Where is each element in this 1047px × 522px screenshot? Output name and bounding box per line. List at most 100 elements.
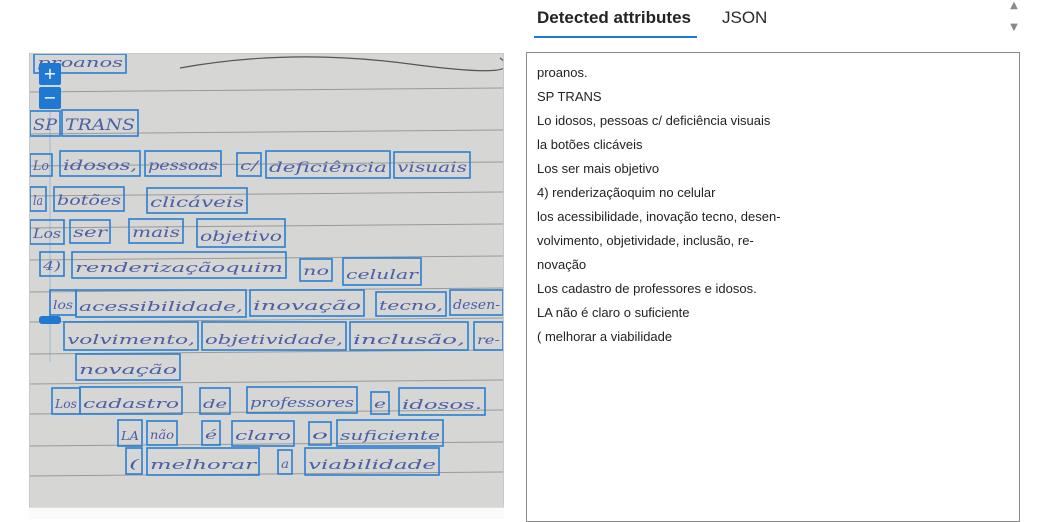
handwritten-word: e <box>374 397 386 411</box>
handwritten-word: acessibilidade, <box>79 300 243 315</box>
handwritten-word: desen- <box>453 298 500 313</box>
paper-rule-line <box>30 87 503 93</box>
detected-word-box[interactable]: melhorar <box>146 447 260 476</box>
zoom-slider-thumb[interactable] <box>39 316 61 324</box>
detected-word-box[interactable]: é <box>201 420 221 446</box>
handwritten-word: professores <box>250 396 354 411</box>
handwritten-word: suficiente <box>340 429 440 444</box>
handwritten-word: de <box>203 397 227 411</box>
handwritten-word: é <box>205 428 217 442</box>
handwritten-word: não <box>150 428 174 442</box>
detected-word-box[interactable]: inovação <box>249 289 365 317</box>
handwritten-word: renderizaçãoquim <box>75 261 283 276</box>
detected-word-box[interactable]: professores <box>246 386 358 414</box>
text-line: la botões clicáveis <box>537 137 643 152</box>
detected-word-box[interactable]: celular <box>342 257 422 286</box>
text-line: volvimento, objetividade, inclusão, re- <box>537 233 754 248</box>
handwritten-word: TRANS <box>65 115 135 134</box>
detected-word-box[interactable]: mais <box>128 218 184 244</box>
text-line: Los cadastro de professores e idosos. <box>537 281 757 296</box>
detected-word-box[interactable]: suficiente <box>336 419 444 447</box>
text-line: 4) renderizaçãoquim no celular <box>537 185 716 200</box>
detected-word-box[interactable]: visuais <box>393 151 471 179</box>
detected-word-box[interactable]: 4) <box>39 251 65 277</box>
detected-word-box[interactable]: la <box>30 186 47 212</box>
zoom-slider-track <box>49 112 51 362</box>
detected-word-box[interactable]: novação <box>75 353 181 381</box>
handwritten-word: la <box>33 194 43 209</box>
scroll-up-icon[interactable]: ▲ <box>1008 0 1020 12</box>
detected-word-box[interactable]: desen- <box>449 289 503 316</box>
detected-word-box[interactable]: volvimento, <box>63 321 199 351</box>
handwritten-word: ser <box>73 225 109 241</box>
detected-word-box[interactable]: botões <box>53 186 125 212</box>
detected-word-box[interactable]: inclusão, <box>349 321 469 351</box>
detected-word-box[interactable]: no <box>299 258 333 282</box>
text-line: los acessibilidade, inovação tecno, dese… <box>537 209 781 224</box>
detected-word-box[interactable]: LA <box>117 419 143 447</box>
detected-word-box[interactable]: tecno, <box>375 291 447 317</box>
text-line: SP TRANS <box>537 89 602 104</box>
detected-word-box[interactable]: renderizaçãoquim <box>71 251 287 279</box>
handwritten-word: volvimento, <box>67 333 195 348</box>
detected-word-box[interactable]: viabilidade <box>304 447 440 476</box>
handwritten-word: objetividade, <box>205 333 343 348</box>
handwritten-word: visuais <box>397 160 467 176</box>
handwritten-word: re- <box>477 333 500 347</box>
detected-word-box[interactable]: deficiência <box>265 150 391 179</box>
detected-word-box[interactable]: idosos. <box>398 387 486 416</box>
handwritten-word: Los <box>54 397 77 411</box>
document-image-viewer[interactable]: proanos SP TRANS Lo idosos, pessoas c/deficiên… <box>29 53 504 509</box>
text-line: ( melhorar a viabilidade <box>537 329 673 344</box>
detected-word-box[interactable]: claro <box>231 420 295 447</box>
detected-word-box[interactable]: o <box>308 421 332 446</box>
detected-word-box[interactable]: a <box>277 449 293 475</box>
handwritten-word: claro <box>235 429 291 444</box>
handwritten-word: idosos, <box>63 158 137 174</box>
handwritten-word: inclusão, <box>353 333 465 348</box>
detected-word-box[interactable]: idosos, <box>59 150 141 177</box>
handwritten-word: LA <box>120 429 139 443</box>
text-line: Los ser mais objetivo <box>537 161 660 176</box>
detected-text-panel: proanos. SP TRANS Lo idosos, pessoas c/ … <box>526 52 1020 522</box>
text-line: Lo idosos, pessoas c/ deficiência visuai… <box>537 113 771 128</box>
detected-word-box[interactable]: pessoas <box>144 150 222 177</box>
detected-word-box[interactable]: acessibilidade, <box>75 289 247 318</box>
handwritten-word: ( <box>129 457 140 471</box>
handwritten-word: c/ <box>240 159 260 174</box>
detected-word-box[interactable]: objetividade, <box>201 321 347 351</box>
detected-word-box[interactable]: Los <box>51 387 81 415</box>
detected-word-box[interactable]: TRANS <box>61 109 139 137</box>
image-horizontal-scrollbar[interactable] <box>29 507 504 519</box>
zoom-in-button[interactable]: + <box>39 63 61 85</box>
handwritten-word: Los <box>32 227 62 242</box>
detected-word-box[interactable]: Los <box>30 219 65 245</box>
tab-detected-attributes[interactable]: Detected attributes <box>537 6 691 36</box>
detected-word-box[interactable]: re- <box>473 321 503 351</box>
detected-word-box[interactable]: c/ <box>236 152 262 177</box>
detected-word-box[interactable]: objetivo <box>196 218 286 248</box>
pen-stroke <box>179 56 503 72</box>
result-tabs: Detected attributes JSON <box>526 0 996 40</box>
detected-word-box[interactable]: ser <box>69 219 111 244</box>
tab-json[interactable]: JSON <box>722 6 767 36</box>
handwritten-word: 4) <box>42 259 62 273</box>
detected-word-box[interactable]: cadastro <box>79 386 183 415</box>
handwritten-word: cadastro <box>83 397 179 412</box>
handwritten-word: objetivo <box>200 229 282 245</box>
handwritten-word: clicáveis <box>150 195 244 211</box>
detected-word-box[interactable]: ( <box>125 447 143 475</box>
detected-word-box[interactable]: de <box>199 387 231 415</box>
scroll-down-icon[interactable]: ▼ <box>1008 22 1020 34</box>
zoom-out-button[interactable]: − <box>39 87 61 109</box>
handwritten-word: inovação <box>253 299 361 314</box>
handwritten-word: SP <box>33 115 57 134</box>
handwritten-word: o <box>312 428 328 442</box>
text-line: proanos. <box>537 65 588 80</box>
detected-word-box[interactable]: SP <box>30 110 61 137</box>
detected-word-box[interactable]: não <box>146 420 178 446</box>
detected-word-box[interactable]: los <box>49 289 77 316</box>
handwritten-word: mais <box>132 225 180 241</box>
detected-word-box[interactable]: clicáveis <box>146 187 248 214</box>
handwritten-word: viabilidade <box>308 458 437 473</box>
